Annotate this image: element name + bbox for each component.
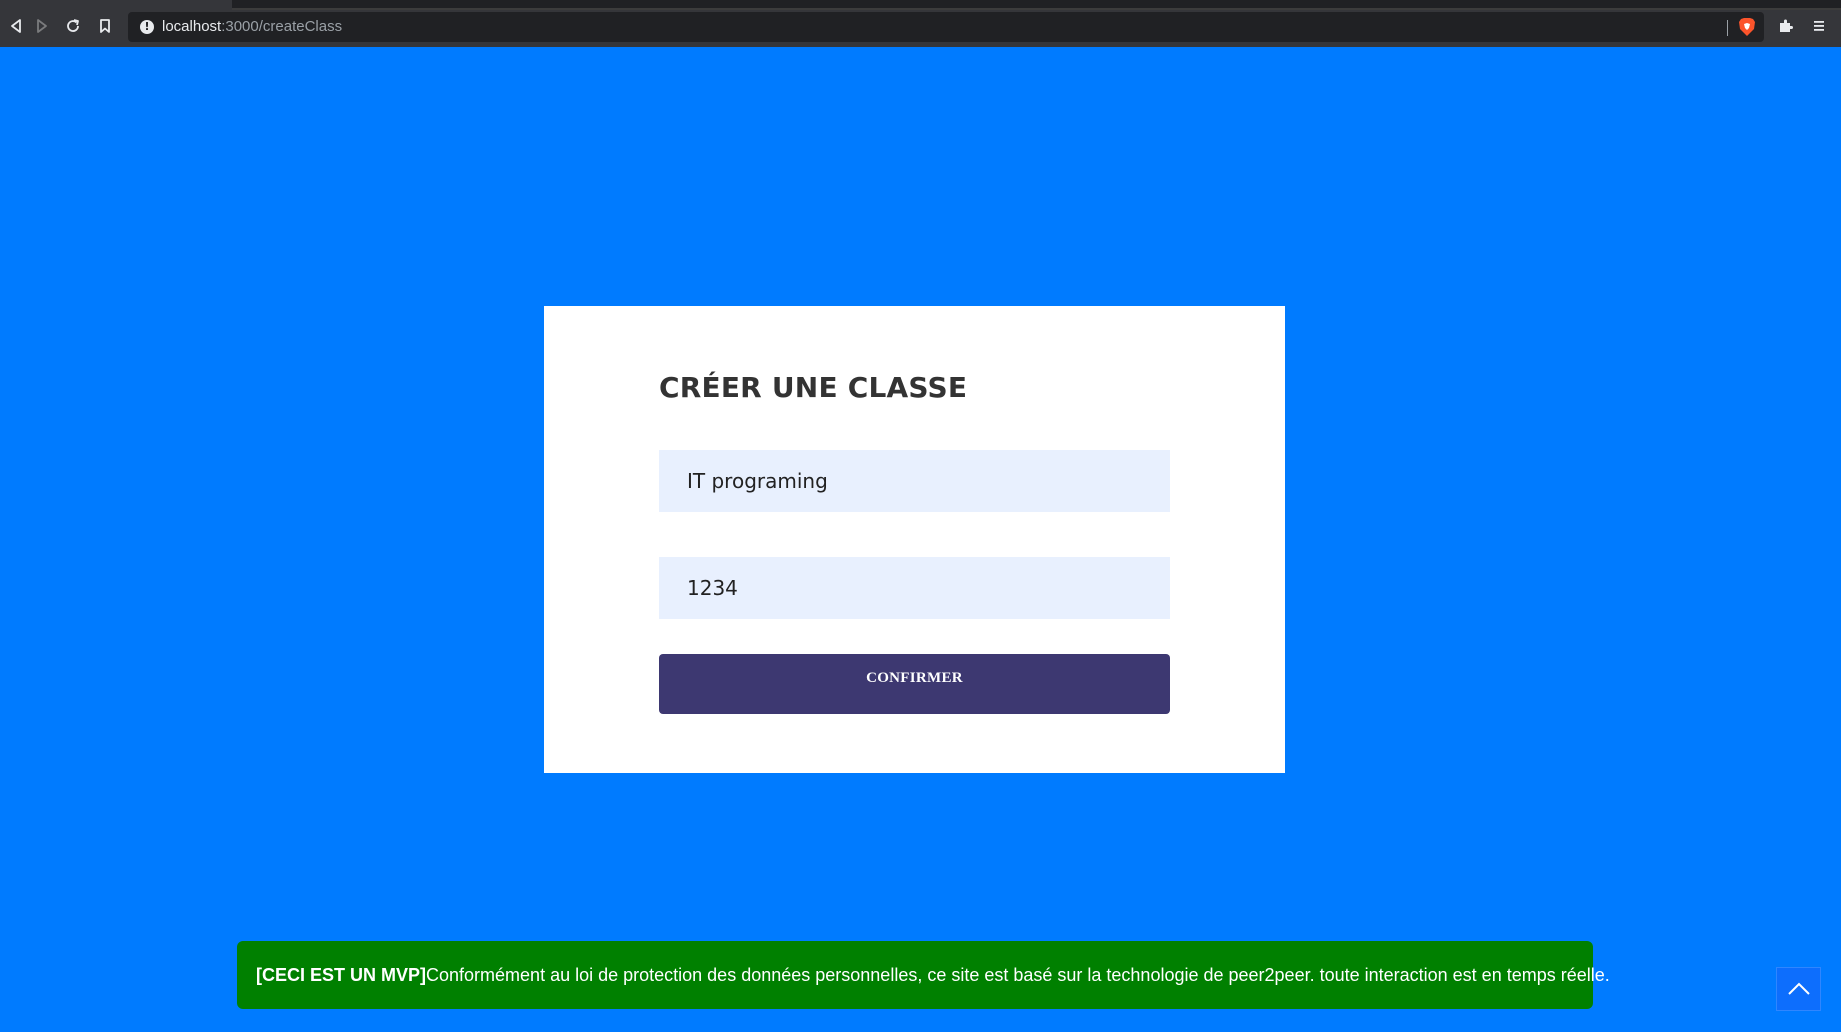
back-arrow-icon — [11, 19, 21, 33]
address-bar[interactable]: ! localhost:3000/createClass — [128, 12, 1764, 42]
bookmark-button[interactable] — [89, 10, 121, 42]
browser-chrome: ! localhost:3000/createClass — [0, 0, 1841, 47]
url-text[interactable]: localhost:3000/createClass — [162, 18, 342, 35]
forward-button[interactable] — [26, 10, 58, 42]
create-class-card: CRÉER UNE CLASSE CONFIRMER — [544, 306, 1285, 773]
menu-button[interactable] — [1804, 11, 1834, 41]
chevron-up-icon — [1787, 982, 1810, 995]
bookmark-icon — [100, 19, 110, 33]
confirm-button[interactable]: CONFIRMER — [659, 654, 1170, 714]
banner-text: Conformément au loi de protection des do… — [426, 964, 1610, 985]
forward-arrow-icon — [37, 19, 47, 33]
brave-shield-icon[interactable] — [1738, 17, 1756, 37]
hamburger-menu-icon — [1814, 21, 1824, 31]
reload-button[interactable] — [57, 10, 89, 42]
extensions-button[interactable] — [1771, 11, 1801, 41]
url-path: :3000/createClass — [221, 18, 343, 35]
scroll-to-top-button[interactable] — [1776, 967, 1821, 1011]
reload-icon — [67, 19, 79, 32]
puzzle-icon — [1780, 19, 1793, 32]
mvp-notice-banner: [CECI EST UN MVP] Conformément au loi de … — [237, 941, 1610, 1009]
tab-strip — [0, 0, 1841, 10]
page-title: CRÉER UNE CLASSE — [659, 371, 968, 404]
url-host: localhost — [162, 18, 222, 35]
banner-bold-text: [CECI EST UN MVP] — [256, 964, 427, 985]
class-name-input[interactable] — [659, 450, 1170, 512]
confirm-button-label: CONFIRMER — [866, 670, 963, 686]
info-icon[interactable]: ! — [140, 20, 154, 34]
class-code-input[interactable] — [659, 557, 1170, 619]
url-separator — [1727, 20, 1728, 36]
browser-tab[interactable] — [0, 0, 232, 10]
browser-toolbar: ! localhost:3000/createClass — [0, 10, 1841, 47]
